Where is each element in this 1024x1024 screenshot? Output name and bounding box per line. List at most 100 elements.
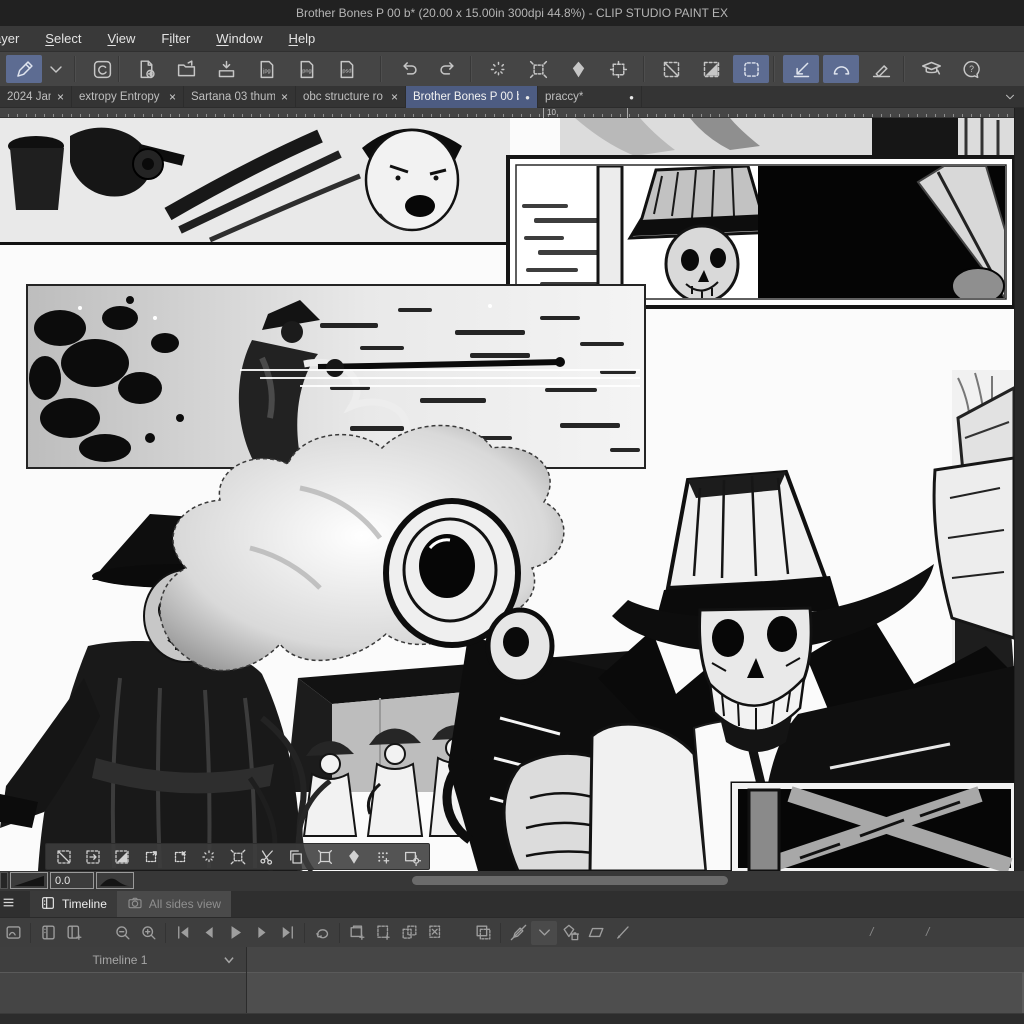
menu-item-help[interactable]: Help xyxy=(276,27,329,50)
onion-skin-icon[interactable] xyxy=(470,921,496,945)
deselect-icon[interactable] xyxy=(50,845,77,868)
tween-icon[interactable] xyxy=(583,921,609,945)
document-tab[interactable]: Sartana 03 thum× xyxy=(184,86,296,108)
shrink-selection-icon[interactable] xyxy=(166,845,193,868)
clip-studio-logo-icon[interactable] xyxy=(84,55,120,83)
specify-cels-icon[interactable] xyxy=(396,921,422,945)
tutorial-icon[interactable] xyxy=(913,55,949,83)
invert-selection-icon[interactable] xyxy=(693,55,729,83)
menu-item-filter[interactable]: Filter xyxy=(148,27,203,50)
invert-selection-icon[interactable] xyxy=(108,845,135,868)
timeline-ruler-area xyxy=(247,947,1024,973)
timeline-tab-timeline[interactable]: Timeline xyxy=(30,891,117,917)
prev-frame-icon[interactable] xyxy=(196,921,222,945)
delete-cel-icon[interactable] xyxy=(557,921,583,945)
timeline-tab-bar: TimelineAll sides view xyxy=(0,891,1024,917)
reselect-icon[interactable] xyxy=(79,845,106,868)
launcher-settings-icon[interactable] xyxy=(398,845,425,868)
save-file-icon[interactable] xyxy=(208,55,244,83)
document-tab[interactable]: extropy Entropy× xyxy=(72,86,184,108)
frame-border-icon[interactable] xyxy=(600,55,636,83)
cut-icon[interactable] xyxy=(253,845,280,868)
frame-counter-separator: / xyxy=(870,925,873,939)
svg-text:?: ? xyxy=(969,64,974,74)
fill-icon[interactable] xyxy=(340,845,367,868)
tab-label: 2024 Jami xyxy=(7,91,51,103)
copy-icon[interactable] xyxy=(282,845,309,868)
redo-icon[interactable] xyxy=(430,55,466,83)
chevron-down-icon[interactable] xyxy=(531,921,557,945)
fill-icon[interactable] xyxy=(560,55,596,83)
timeline-frames-area xyxy=(247,973,1024,1013)
zoom-in-icon[interactable] xyxy=(135,921,161,945)
separator xyxy=(165,923,166,943)
clear-outside-selection-icon[interactable] xyxy=(224,845,251,868)
menu-item-select[interactable]: Select xyxy=(32,27,94,50)
new-cel-icon[interactable] xyxy=(370,921,396,945)
new-file-icon[interactable] xyxy=(128,55,164,83)
export-png-icon[interactable]: png xyxy=(288,55,324,83)
new-animation-folder-icon[interactable] xyxy=(344,921,370,945)
first-frame-icon[interactable] xyxy=(170,921,196,945)
open-file-icon[interactable] xyxy=(168,55,204,83)
selection-area-icon[interactable] xyxy=(733,55,769,83)
deselect-icon[interactable] xyxy=(653,55,689,83)
export-jpg-icon[interactable]: jpg xyxy=(248,55,284,83)
timeline-tab-all-sides-view[interactable]: All sides view xyxy=(117,891,231,917)
menu-item-ayer[interactable]: ayer xyxy=(0,27,32,50)
menu-item-view[interactable]: View xyxy=(94,27,148,50)
toolbar-group xyxy=(84,52,120,86)
transform-icon[interactable] xyxy=(311,845,338,868)
ease-ramp-icon[interactable] xyxy=(10,872,48,889)
last-frame-icon[interactable] xyxy=(274,921,300,945)
play-icon[interactable] xyxy=(222,921,248,945)
separator xyxy=(500,923,501,943)
clear-selection-icon[interactable] xyxy=(195,845,222,868)
new-tone-icon[interactable] xyxy=(369,845,396,868)
snap-to-special-ruler-icon[interactable] xyxy=(823,55,859,83)
timeline-name: Timeline 1 xyxy=(60,947,180,973)
close-icon[interactable]: × xyxy=(51,90,64,104)
menu-item-window[interactable]: Window xyxy=(203,27,275,50)
export-psd-icon[interactable]: psd xyxy=(328,55,364,83)
active-tool-icon[interactable] xyxy=(6,55,42,83)
close-icon[interactable]: × xyxy=(163,90,176,104)
draw-line-icon[interactable] xyxy=(609,921,635,945)
ease-hill-icon[interactable] xyxy=(96,872,134,889)
loop-icon[interactable] xyxy=(309,921,335,945)
value-field[interactable]: 0.0 xyxy=(50,872,94,889)
svg-text:psd: psd xyxy=(342,68,351,74)
clear-outside-selection-icon[interactable] xyxy=(520,55,556,83)
horizontal-scrollbar[interactable] xyxy=(412,876,728,885)
document-tab[interactable]: obc structure ro× xyxy=(296,86,406,108)
chevron-down-icon[interactable] xyxy=(222,953,236,972)
close-icon[interactable]: × xyxy=(275,90,288,104)
canvas-viewport[interactable]: 10 xyxy=(0,108,1024,871)
new-timeline-icon[interactable] xyxy=(61,921,87,945)
timeline-list-icon[interactable] xyxy=(35,921,61,945)
ruler-tick xyxy=(627,108,628,118)
chevron-down-icon[interactable] xyxy=(46,55,66,83)
document-tab[interactable]: praccy*● xyxy=(538,86,642,108)
undo-icon[interactable] xyxy=(390,55,426,83)
vertical-scrollbar[interactable] xyxy=(1014,108,1024,871)
separator xyxy=(304,923,305,943)
snap-to-grid-icon[interactable] xyxy=(863,55,899,83)
toolbar-group: jpg png psd xyxy=(128,52,364,86)
next-frame-icon[interactable] xyxy=(248,921,274,945)
close-icon[interactable]: × xyxy=(385,90,398,104)
chevron-down-icon[interactable] xyxy=(1000,86,1020,108)
help-icon[interactable]: ? xyxy=(953,55,989,83)
timeline-selector[interactable]: Timeline 1 xyxy=(0,947,246,973)
clear-selection-icon[interactable] xyxy=(480,55,516,83)
pan-dock-icon[interactable] xyxy=(0,921,26,945)
delete-cels-icon[interactable] xyxy=(422,921,448,945)
document-tab[interactable]: 2024 Jami× xyxy=(0,86,72,108)
normal-cel-disabled-icon[interactable] xyxy=(505,921,531,945)
document-tab[interactable]: Brother Bones P 00 b*● xyxy=(406,86,538,108)
snap-to-ruler-icon[interactable] xyxy=(783,55,819,83)
svg-text:png: png xyxy=(302,68,311,74)
hamburger-icon[interactable] xyxy=(2,896,16,914)
zoom-out-icon[interactable] xyxy=(109,921,135,945)
scale-selection-icon[interactable] xyxy=(137,845,164,868)
